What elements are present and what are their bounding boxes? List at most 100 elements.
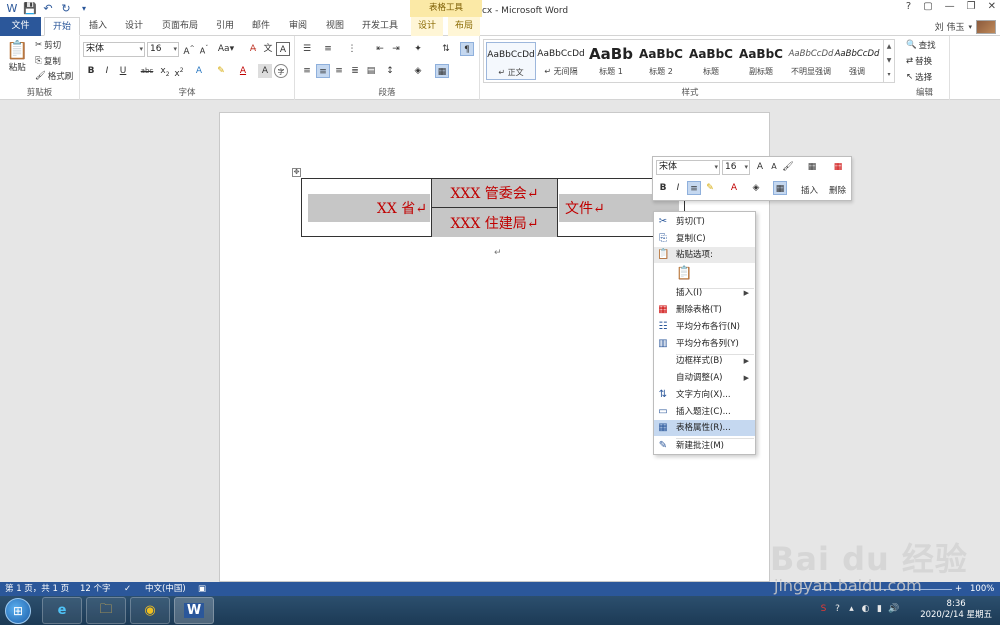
clear-format-icon[interactable]: A̶: [246, 42, 260, 56]
start-button[interactable]: ⊞: [5, 598, 31, 624]
menu-cut[interactable]: ✂ 剪切(T): [654, 214, 755, 230]
menu-new-comment[interactable]: ✎ 新建批注(M): [654, 438, 755, 454]
macro-record-icon[interactable]: ▣: [198, 582, 206, 596]
language[interactable]: 中文(中国): [145, 582, 186, 596]
app-taskbar-icon[interactable]: ◉: [130, 597, 170, 624]
tab-references[interactable]: 引用: [210, 17, 240, 36]
menu-insert-caption[interactable]: ▭ 插入题注(C)...: [654, 404, 755, 420]
replace-button[interactable]: ⇄ 替换: [906, 55, 932, 67]
zoom-slider[interactable]: [812, 589, 952, 590]
tray-chevron-icon[interactable]: ▴: [846, 604, 857, 615]
menu-copy[interactable]: ⎘ 复制(C): [654, 231, 755, 247]
superscript-button[interactable]: x2: [172, 64, 186, 79]
align-center-icon[interactable]: ≡: [316, 64, 330, 78]
tab-review[interactable]: 审阅: [283, 17, 313, 36]
highlight-icon[interactable]: ✎: [214, 64, 228, 78]
copy-button[interactable]: ⎘ 复制: [35, 55, 61, 67]
mini-font-select[interactable]: 宋体 ▾: [656, 160, 720, 175]
select-button[interactable]: ↖ 选择: [906, 71, 932, 83]
zoom-in-button[interactable]: +: [955, 582, 962, 596]
help-tray-icon[interactable]: ?: [832, 604, 843, 615]
style-normal[interactable]: AaBbCcDd ↵ 正文: [486, 42, 536, 80]
font-color-icon[interactable]: A: [236, 64, 250, 78]
find-button[interactable]: 🔍 查找: [906, 39, 936, 51]
tab-page-layout[interactable]: 页面布局: [157, 17, 203, 36]
org2-cell[interactable]: XXX 住建局↵: [431, 208, 558, 237]
style-emphasis[interactable]: AaBbCcDd 强调: [832, 42, 882, 80]
shading-icon[interactable]: ◈: [411, 64, 425, 78]
phonetic-icon[interactable]: 文: [261, 42, 275, 56]
style-subtle-emphasis[interactable]: AaBbCcDd 不明显强调: [786, 42, 836, 80]
font-name-select[interactable]: 宋体 ▾: [83, 42, 145, 57]
mini-highlight-icon[interactable]: ✎: [703, 181, 717, 195]
paste-button[interactable]: 📋 粘贴: [6, 40, 28, 73]
ribbon-display-icon[interactable]: ▢: [923, 1, 932, 12]
proofing-icon[interactable]: ✓: [124, 582, 131, 596]
mini-insert-label[interactable]: 插入: [801, 184, 818, 196]
multilevel-list-icon[interactable]: ⋮: [345, 42, 359, 56]
page-count[interactable]: 第 1 页，共 1 页: [5, 582, 69, 596]
word-taskbar-icon[interactable]: W: [174, 597, 214, 624]
menu-paste-keep-format[interactable]: 📋: [654, 265, 755, 285]
tab-table-design[interactable]: 设计: [411, 17, 443, 36]
user-account[interactable]: 刘 伟玉 ▾: [935, 17, 996, 36]
menu-table-properties[interactable]: ▦ 表格属性(R)...: [654, 420, 755, 436]
network-icon[interactable]: ▮: [874, 604, 885, 615]
sort-icon[interactable]: ⇅: [439, 42, 453, 56]
style-subtitle[interactable]: AaBbC 副标题: [736, 42, 786, 80]
chinese-layout-icon[interactable]: ✦: [411, 42, 425, 56]
underline-button[interactable]: U: [116, 64, 130, 78]
org1-cell[interactable]: XXX 管委会↵: [431, 179, 558, 208]
province-cell[interactable]: XX 省↵: [308, 194, 430, 222]
line-spacing-icon[interactable]: ↕: [383, 64, 397, 78]
distribute-icon[interactable]: ▤: [364, 64, 378, 78]
subscript-button[interactable]: x2: [158, 64, 172, 78]
minimize-button[interactable]: —: [945, 1, 955, 12]
header-table[interactable]: XX 省↵ XXX 管委会↵ XXX 住建局↵ 文件↵: [301, 178, 685, 237]
volume-icon[interactable]: 🔊: [888, 604, 899, 615]
word-count[interactable]: 12 个字: [80, 582, 111, 596]
mini-bold-button[interactable]: B: [656, 181, 670, 195]
mini-format-painter-icon[interactable]: 🖌: [781, 160, 795, 174]
menu-insert[interactable]: 插入(I) ▶: [654, 285, 755, 301]
increase-indent-icon[interactable]: ⇥: [389, 42, 403, 56]
zoom-level[interactable]: 100%: [970, 582, 994, 596]
clock[interactable]: 8:36 2020/2/14 星期五: [920, 599, 992, 621]
font-size-select[interactable]: 16 ▾: [147, 42, 179, 57]
mini-delete-label[interactable]: 删除: [829, 184, 846, 196]
style-heading-1[interactable]: AaBb 标题 1: [586, 42, 636, 80]
tab-file[interactable]: 文件: [0, 17, 41, 36]
justify-icon[interactable]: ≣: [348, 64, 362, 78]
show-marks-icon[interactable]: ¶: [460, 42, 474, 56]
mini-size-select[interactable]: 16 ▾: [722, 160, 750, 175]
shrink-font-button[interactable]: Aˇ: [197, 42, 211, 56]
align-right-icon[interactable]: ≡: [332, 64, 346, 78]
style-heading-2[interactable]: AaBbC 标题 2: [636, 42, 686, 80]
close-button[interactable]: ✕: [988, 1, 996, 12]
style-title[interactable]: AaBbC 标题: [686, 42, 736, 80]
tab-view[interactable]: 视图: [320, 17, 350, 36]
ie-taskbar-icon[interactable]: e: [42, 597, 82, 624]
mini-borders-icon[interactable]: ▦: [773, 181, 787, 195]
table-move-handle-icon[interactable]: ✥: [292, 168, 301, 177]
menu-text-direction[interactable]: ⇅ 文字方向(X)...: [654, 387, 755, 403]
change-case-button[interactable]: Aa▾: [216, 42, 236, 56]
menu-border-styles[interactable]: 边框样式(B) ▶: [654, 353, 755, 369]
bold-button[interactable]: B: [84, 64, 98, 78]
mini-delete-table-icon[interactable]: ▦: [829, 160, 847, 174]
menu-distribute-rows[interactable]: ☷ 平均分布各行(N): [654, 319, 755, 335]
tab-table-layout[interactable]: 布局: [448, 17, 480, 36]
help-icon[interactable]: ?: [906, 1, 911, 12]
tab-developer[interactable]: 开发工具: [356, 17, 404, 36]
decrease-indent-icon[interactable]: ⇤: [373, 42, 387, 56]
mini-font-color-icon[interactable]: A: [727, 181, 741, 195]
italic-button[interactable]: I: [100, 64, 114, 78]
gallery-scroll[interactable]: ▲ ▼ ▾: [883, 40, 894, 82]
mini-grow-font-button[interactable]: A: [753, 160, 767, 174]
bullets-icon[interactable]: ☰: [300, 42, 314, 56]
tab-mailings[interactable]: 邮件: [246, 17, 276, 36]
enclose-char-icon[interactable]: 字: [274, 64, 288, 78]
menu-delete-table[interactable]: ▦ 删除表格(T): [654, 302, 755, 318]
tab-home[interactable]: 开始: [44, 17, 80, 36]
mini-center-button[interactable]: ≡: [687, 181, 701, 195]
